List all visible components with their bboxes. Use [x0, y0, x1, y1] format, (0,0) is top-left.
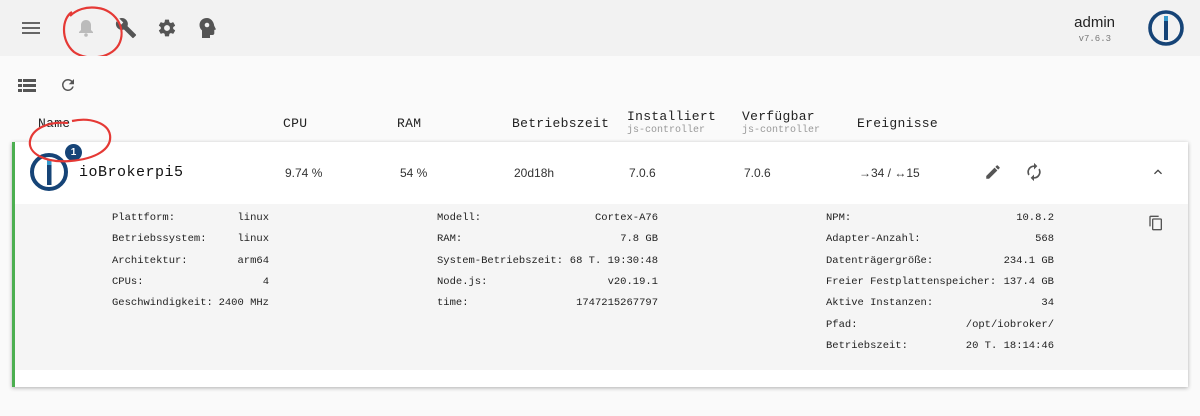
menu-icon[interactable] — [19, 16, 43, 40]
host-ram: 54 % — [400, 166, 428, 180]
col-header-ram[interactable]: RAM — [397, 116, 421, 131]
top-app-bar: admin v7.6.3 — [0, 0, 1200, 56]
host-name: ioBrokerpi5 — [79, 164, 184, 181]
host-logo-icon — [30, 153, 68, 191]
edit-icon[interactable] — [984, 163, 1004, 183]
col-header-uptime[interactable]: Betriebszeit — [512, 116, 609, 131]
detail-label: Geschwindigkeit: — [112, 297, 213, 310]
host-uptime: 20d18h — [514, 166, 555, 180]
detail-label: Plattform: — [112, 212, 176, 224]
detail-value: /opt/iobroker/ — [965, 318, 1054, 331]
col-header-installed-sub: js-controller — [627, 125, 706, 136]
col-header-events[interactable]: Ereignisse — [857, 116, 938, 131]
detail-value: 234.1 GB — [1003, 254, 1054, 267]
detail-value: 568 — [1035, 233, 1054, 246]
detail-label: Architektur: — [112, 254, 188, 267]
host-card: 1 ioBrokerpi5 9.74 % 54 % 20d18h 7.0.6 7… — [12, 142, 1188, 387]
version-label: v7.6.3 — [1078, 34, 1111, 44]
col-header-available-sub: js-controller — [742, 125, 821, 136]
detail-value: 68 T. 19:30:48 — [569, 254, 658, 267]
detail-label: RAM: — [437, 233, 463, 246]
collapse-chevron-icon[interactable] — [1150, 164, 1170, 184]
host-available: 7.0.6 — [744, 166, 771, 180]
host-installed: 7.0.6 — [629, 166, 656, 180]
detail-label: Freier Festplattenspeicher: — [826, 275, 997, 288]
detail-value: Cortex-A76 — [594, 212, 658, 224]
notification-badge[interactable]: 1 — [65, 144, 82, 161]
detail-value: 7.8 GB — [620, 233, 658, 246]
list-view-icon[interactable] — [17, 76, 37, 96]
detail-label: Adapter-Anzahl: — [826, 233, 921, 246]
host-events[interactable]: →34 / ↔15 — [859, 166, 920, 180]
detail-label: Modell: — [437, 212, 482, 224]
detail-value: 34 — [1041, 297, 1054, 310]
head-icon[interactable] — [195, 16, 219, 40]
host-cpu: 9.74 % — [285, 166, 323, 180]
detail-label: Pfad: — [826, 318, 858, 331]
detail-label: System-Betriebszeit: — [437, 254, 564, 267]
detail-value: 1747215267797 — [576, 297, 658, 310]
host-details: Plattform: linux Betriebssystem: linux Archi… — [15, 204, 1188, 370]
detail-value: 4 — [262, 275, 269, 288]
iobroker-logo[interactable] — [1148, 10, 1184, 46]
detail-value: 10.8.2 — [1016, 212, 1054, 224]
host-card-header[interactable]: 1 ioBrokerpi5 9.74 % 54 % 20d18h 7.0.6 7… — [15, 142, 1188, 204]
detail-value: v20.19.1 — [607, 275, 658, 288]
gear-icon[interactable] — [155, 16, 179, 40]
detail-value: arm64 — [237, 254, 269, 267]
detail-label: CPUs: — [112, 275, 144, 288]
restart-icon[interactable] — [1024, 162, 1044, 182]
col-header-name[interactable]: Name — [38, 116, 70, 131]
detail-label: Datenträgergröße: — [826, 254, 934, 267]
detail-value: 2400 MHz — [218, 297, 269, 310]
detail-value: 20 T. 18:14:46 — [965, 339, 1054, 352]
refresh-icon[interactable] — [58, 75, 78, 95]
detail-label: Node.js: — [437, 275, 488, 288]
detail-value: 137.4 GB — [1003, 275, 1054, 288]
detail-value: linux — [237, 233, 269, 246]
bell-icon[interactable] — [74, 16, 98, 40]
detail-label: NPM: — [826, 212, 852, 224]
detail-label: Betriebszeit: — [826, 339, 908, 352]
detail-label: Aktive Instanzen: — [826, 297, 934, 310]
detail-label: Betriebssystem: — [112, 233, 207, 246]
col-header-available[interactable]: Verfügbar — [742, 109, 815, 124]
wrench-icon[interactable] — [114, 16, 138, 40]
user-name[interactable]: admin — [1074, 14, 1115, 31]
detail-value: linux — [237, 212, 269, 224]
col-header-cpu[interactable]: CPU — [283, 116, 307, 131]
detail-label: time: — [437, 297, 469, 310]
col-header-installed[interactable]: Installiert — [627, 109, 716, 124]
copy-icon[interactable] — [1148, 214, 1166, 232]
